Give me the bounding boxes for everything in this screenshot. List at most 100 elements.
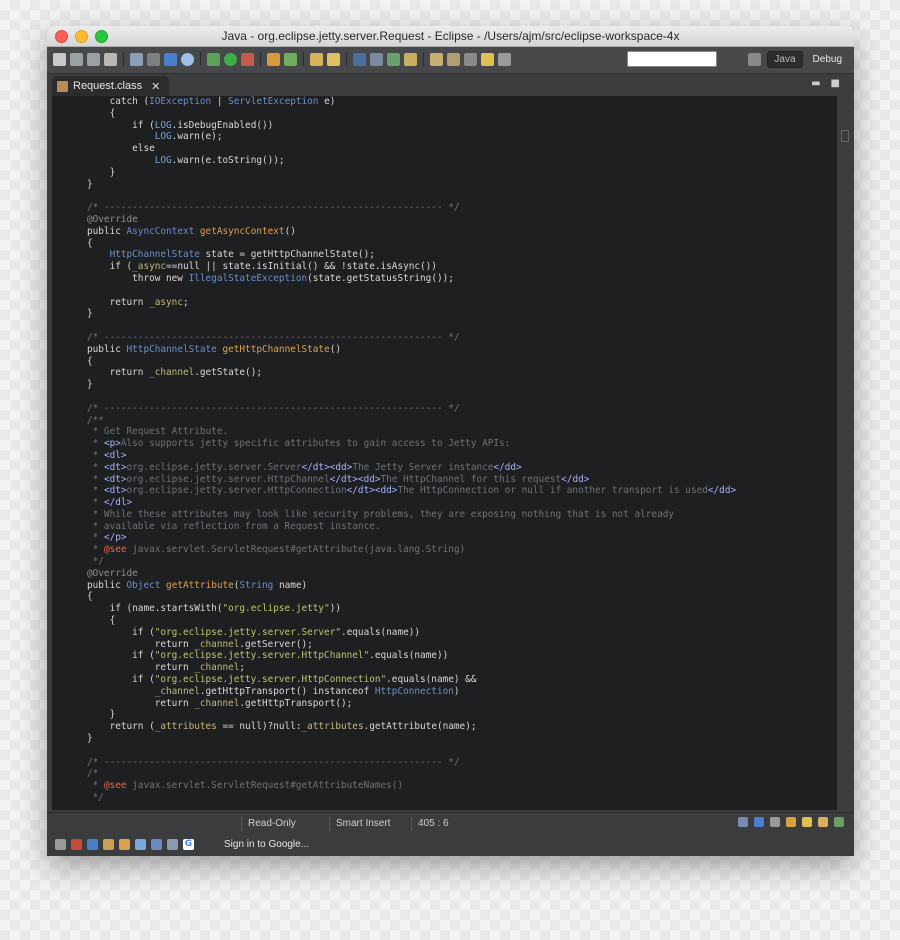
code-line[interactable]: * <p>Also supports jetty specific attrib… — [87, 438, 736, 450]
search-icon[interactable] — [327, 52, 340, 66]
forward-arrow-icon[interactable] — [498, 52, 511, 66]
code-line[interactable]: LOG.warn(e); — [87, 131, 736, 143]
code-line[interactable]: public Object getAttribute(String name) — [87, 580, 736, 592]
code-line[interactable]: */ — [87, 792, 736, 804]
code-line[interactable]: if (_async==null || state.isInitial() &&… — [87, 261, 736, 273]
code-line[interactable]: throw new IllegalStateException(state.ge… — [87, 273, 736, 285]
code-line[interactable]: catch (IOException | ServletException e) — [87, 96, 736, 108]
code-line[interactable]: * Get Request Attribute. — [87, 426, 736, 438]
tasks-icon[interactable] — [786, 817, 796, 827]
code-line[interactable]: return _channel; — [87, 662, 736, 674]
save-icon[interactable] — [70, 52, 83, 66]
problems-icon[interactable] — [802, 817, 812, 827]
code-line[interactable]: } — [87, 167, 736, 179]
new-java-project-icon[interactable] — [130, 52, 143, 66]
toggle-mark-occurrences-icon[interactable] — [370, 52, 383, 66]
run-icon[interactable] — [224, 52, 237, 66]
code-line[interactable]: * </p> — [87, 532, 736, 544]
mail-icon[interactable] — [135, 839, 146, 850]
external-tools-icon[interactable] — [241, 52, 254, 66]
skip-breakpoints-icon[interactable] — [181, 52, 194, 66]
declaration-view-icon[interactable] — [103, 839, 114, 850]
code-line[interactable]: @Override — [87, 214, 736, 226]
code-line[interactable]: if ("org.eclipse.jetty.server.HttpChanne… — [87, 650, 736, 662]
code-line[interactable]: } — [87, 179, 736, 191]
code-line[interactable]: LOG.warn(e.toString()); — [87, 155, 736, 167]
last-edit-location-icon[interactable] — [464, 52, 477, 66]
javadoc-icon[interactable] — [818, 817, 828, 827]
previous-annotation-icon[interactable] — [447, 52, 460, 66]
google-icon[interactable] — [164, 52, 177, 66]
quick-access-input[interactable] — [627, 51, 717, 67]
junit-icon[interactable] — [834, 817, 844, 827]
code-line[interactable]: * <dl> — [87, 450, 736, 462]
google-g-icon[interactable]: G — [183, 839, 194, 850]
outline-icon[interactable] — [738, 817, 748, 827]
code-line[interactable]: { — [87, 108, 736, 120]
code-line[interactable] — [87, 745, 736, 757]
tab-request-class[interactable]: Request.class ✕ — [52, 76, 170, 96]
next-annotation-icon[interactable] — [430, 52, 443, 66]
new-package-icon[interactable] — [267, 52, 280, 66]
code-editor[interactable]: catch (IOException | ServletException e)… — [52, 96, 837, 810]
save-all-icon[interactable] — [87, 52, 100, 66]
sign-in-google-link[interactable]: Sign in to Google... — [224, 839, 309, 850]
code-line[interactable]: /* — [87, 768, 736, 780]
hierarchy-icon[interactable] — [754, 817, 764, 827]
code-line[interactable]: } — [87, 709, 736, 721]
perspective-debug-button[interactable]: Debug — [809, 52, 846, 67]
code-line[interactable]: /* -------------------------------------… — [87, 202, 736, 214]
javadoc-view-icon[interactable] — [87, 839, 98, 850]
code-line[interactable]: public HttpChannelState getHttpChannelSt… — [87, 344, 736, 356]
code-line[interactable]: * @see javax.servlet.ServletRequest#getA… — [87, 780, 736, 792]
code-line[interactable]: if (LOG.isDebugEnabled()) — [87, 120, 736, 132]
new-class-icon[interactable] — [284, 52, 297, 66]
code-line[interactable]: @Override — [87, 568, 736, 580]
code-line[interactable] — [87, 285, 736, 297]
close-tab-icon[interactable]: ✕ — [151, 80, 160, 93]
code-line[interactable]: * available via reflection from a Reques… — [87, 521, 736, 533]
code-line[interactable] — [87, 320, 736, 332]
code-line[interactable]: { — [87, 615, 736, 627]
code-line[interactable]: */ — [87, 556, 736, 568]
code-line[interactable]: * @see javax.servlet.ServletRequest#getA… — [87, 544, 736, 556]
restore-icon[interactable] — [55, 839, 66, 850]
code-line[interactable]: * <dt>org.eclipse.jetty.server.Server</d… — [87, 462, 736, 474]
code-line[interactable]: /* -------------------------------------… — [87, 403, 736, 415]
back-arrow-icon[interactable] — [481, 52, 494, 66]
code-line[interactable]: return _channel.getServer(); — [87, 639, 736, 651]
print-icon[interactable] — [104, 52, 117, 66]
code-line[interactable]: public AsyncContext getAsyncContext() — [87, 226, 736, 238]
code-line[interactable]: * </dl> — [87, 497, 736, 509]
code-line[interactable]: if ("org.eclipse.jetty.server.Server".eq… — [87, 627, 736, 639]
code-line[interactable]: if ("org.eclipse.jetty.server.HttpConnec… — [87, 674, 736, 686]
toggle-block-selection-icon[interactable] — [387, 52, 400, 66]
ruler-marker[interactable] — [841, 130, 849, 142]
code-line[interactable]: return _async; — [87, 297, 736, 309]
code-line[interactable]: /* -------------------------------------… — [87, 332, 736, 344]
open-task-icon[interactable] — [353, 52, 366, 66]
show-whitespace-icon[interactable] — [404, 52, 417, 66]
code-line[interactable]: { — [87, 238, 736, 250]
new-icon[interactable] — [53, 52, 66, 66]
problems-view-icon[interactable] — [71, 839, 82, 850]
code-line[interactable]: /* -------------------------------------… — [87, 757, 736, 769]
open-type-icon[interactable] — [310, 52, 323, 66]
code-line[interactable]: _channel.getHttpTransport() instanceof H… — [87, 686, 736, 698]
code-line[interactable]: * <dt>org.eclipse.jetty.server.HttpChann… — [87, 474, 736, 486]
code-line[interactable] — [87, 391, 736, 403]
code-line[interactable]: HttpChannelState state = getHttpChannelS… — [87, 249, 736, 261]
code-line[interactable]: return (_attributes == null)?null:_attri… — [87, 721, 736, 733]
build-icon[interactable] — [147, 52, 160, 66]
debug-icon[interactable] — [207, 52, 220, 66]
code-line[interactable] — [87, 190, 736, 202]
tasks-view-icon[interactable] — [151, 839, 162, 850]
code-line[interactable]: return _channel.getState(); — [87, 367, 736, 379]
code-line[interactable]: return _channel.getHttpTransport(); — [87, 698, 736, 710]
code-line[interactable]: /** — [87, 415, 736, 427]
code-line[interactable]: * <dt>org.eclipse.jetty.server.HttpConne… — [87, 485, 736, 497]
minimize-editor-icon[interactable]: ▬ — [811, 78, 820, 89]
console-view-icon[interactable] — [119, 839, 130, 850]
perspective-java-button[interactable]: Java — [767, 51, 803, 68]
code-line[interactable]: else — [87, 143, 736, 155]
